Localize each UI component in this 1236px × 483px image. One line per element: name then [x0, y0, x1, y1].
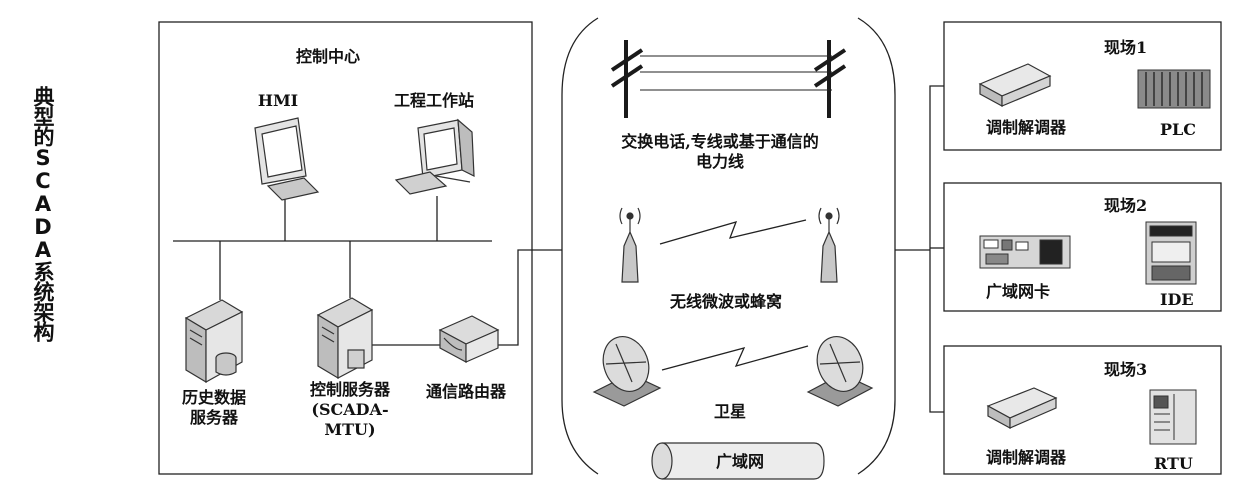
powerline-label-line2: 电力线 — [695, 152, 745, 171]
site-1-device-right: PLC — [1160, 120, 1197, 139]
router-label: 通信路由器 — [425, 382, 507, 401]
modem-icon — [986, 387, 1058, 430]
plc-icon — [1137, 69, 1211, 109]
wan-right-bracket — [857, 17, 896, 475]
power-pole-icon — [610, 40, 644, 118]
router-wan-link — [497, 249, 562, 346]
server-icon — [184, 299, 244, 384]
site-3-device-right: RTU — [1154, 454, 1193, 473]
lightning-icon — [661, 345, 809, 371]
wireless-label: 无线微波或蜂窝 — [669, 292, 783, 311]
wan-card-icon — [979, 235, 1071, 269]
wan-site-tree — [929, 85, 944, 413]
control-server-label-line2: (SCADA- — [311, 400, 389, 419]
router-icon — [438, 315, 500, 364]
rtu-icon — [1149, 389, 1197, 445]
site-2-title: 现场2 — [1104, 196, 1148, 215]
power-lines — [640, 55, 832, 91]
modem-icon — [978, 63, 1052, 108]
wan-left-bracket — [561, 17, 599, 475]
site-3-device-left: 调制解调器 — [986, 448, 1067, 467]
site-2-device-left: 广域网卡 — [986, 282, 1051, 301]
satellite-dish-icon — [592, 336, 662, 407]
site-1-device-left: 调制解调器 — [986, 118, 1067, 137]
control-server-icon — [316, 297, 374, 380]
site-3-title: 现场3 — [1104, 360, 1148, 379]
powerline-label: 交换电话,专线或基于通信的 电力线 — [621, 132, 819, 172]
control-center-title: 控制中心 — [295, 47, 361, 66]
control-server-label-line1: 控制服务器 — [309, 380, 391, 399]
wan-label: 广域网 — [715, 452, 765, 471]
site-1-title: 现场1 — [1104, 38, 1148, 57]
site-2-device-right: IDE — [1160, 290, 1194, 309]
control-server-label: 控制服务器 (SCADA- MTU) — [310, 380, 390, 440]
power-pole-icon — [813, 40, 847, 118]
antenna-icon — [619, 207, 641, 283]
satellite-label: 卫星 — [713, 402, 747, 421]
history-server-label-line2: 服务器 — [189, 408, 239, 427]
powerline-label-line1: 交换电话,专线或基于通信的 — [621, 132, 819, 151]
control-server-label-line3: MTU) — [324, 420, 376, 439]
workstation-label: 工程工作站 — [393, 91, 475, 110]
antenna-icon — [818, 207, 840, 283]
satellite-dish-icon — [806, 336, 874, 407]
history-server-label-line1: 历史数据 — [181, 388, 247, 407]
lightning-icon — [659, 219, 807, 245]
workstation-icon — [394, 118, 475, 195]
hmi-label: HMI — [257, 91, 299, 110]
ide-icon — [1145, 221, 1197, 285]
history-server-label: 历史数据 服务器 — [182, 388, 246, 428]
monitor-icon — [254, 117, 320, 201]
